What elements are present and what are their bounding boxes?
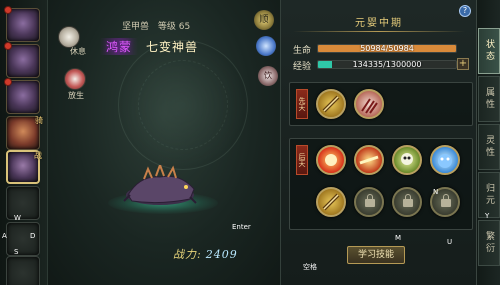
key-hint-w: W: [14, 214, 21, 222]
learn-skill-button[interactable]: 学习技能: [347, 246, 405, 264]
realm-title: 元婴中期: [355, 18, 403, 29]
skull-icon: [401, 153, 413, 165]
pet-slot-3[interactable]: [4, 78, 40, 114]
exp-label: 经验: [293, 62, 312, 72]
release-icon[interactable]: [64, 68, 86, 90]
acquired-skill-4[interactable]: [430, 145, 460, 175]
pet-name-row: 鸿蒙 七变神兽: [100, 38, 198, 55]
innate-tag: 先天: [296, 89, 308, 119]
combat-power: 战力: 2409: [173, 246, 238, 262]
key-hint-enter: Enter: [232, 223, 251, 231]
hp-bar: 50984/50984: [317, 44, 457, 53]
locked-skill-slot-1[interactable]: [354, 187, 384, 217]
staff-icon: [322, 193, 340, 211]
locked-skill-slot-2[interactable]: [392, 187, 422, 217]
emblem-ring: [138, 60, 228, 150]
pet-level: 等级 65: [157, 22, 191, 32]
rest-label: 休息: [70, 47, 86, 56]
innate-skill-2[interactable]: [354, 89, 384, 119]
pet-slot-5-selected[interactable]: 战: [6, 150, 42, 184]
rank-badge: 鸿蒙: [100, 38, 139, 55]
pet-slot-6-empty[interactable]: [6, 186, 40, 220]
side-tabs: 状态 属性 灵性 归元 繁衍 Y: [476, 0, 500, 285]
acquired-skills: 后天: [289, 138, 473, 230]
hp-value: 50984/50984: [360, 44, 414, 53]
acquired-skill-3[interactable]: [392, 145, 422, 175]
pet-species: 坚甲兽: [122, 22, 150, 32]
pet-model-beast: [123, 165, 197, 205]
release-label: 放生: [68, 91, 84, 100]
exp-value: 134335/1300000: [352, 60, 422, 69]
staff-icon: [322, 95, 340, 113]
tab-breeding[interactable]: 繁衍: [478, 220, 500, 266]
acquired-tag: 后天: [296, 145, 308, 175]
lock-icon: [441, 194, 451, 207]
power-label: 战力:: [173, 248, 202, 261]
help-icon[interactable]: ?: [459, 5, 471, 17]
divider: [293, 31, 465, 32]
pet-info-panel: 元婴中期 生命 50984/50984 经验 134335/1300000 + …: [280, 0, 476, 285]
pet-slot-4[interactable]: 骑: [6, 116, 43, 150]
key-hint-d: D: [30, 232, 36, 240]
rest-icon[interactable]: [58, 26, 80, 48]
pet-display: 坚甲兽 等级 65 休息 放生 鸿蒙 七变神兽 顺 饮 战力: 2409 Ente…: [48, 0, 280, 285]
key-hint-m: M: [395, 234, 402, 242]
lock-icon: [365, 194, 375, 207]
flame-slash-icon: [359, 155, 379, 165]
key-hint-n: N: [433, 188, 439, 196]
hp-label: 生命: [293, 46, 312, 56]
pet-window: 骑 战 W A D S 坚甲兽 等级 65 休息 放生 鸿蒙 七变神兽 顺 饮: [0, 0, 500, 285]
acquired-skill-2[interactable]: [354, 145, 384, 175]
fist-icon: [325, 154, 337, 166]
battle-tag: 战: [34, 151, 42, 160]
pet-name: 七变神兽: [146, 40, 199, 54]
pet-list: 骑 战 W A D S: [0, 0, 48, 285]
innate-skill-1[interactable]: [316, 89, 346, 119]
key-hint-a: A: [2, 232, 7, 240]
key-hint-space: 空格: [303, 263, 317, 271]
add-exp-button[interactable]: +: [457, 58, 469, 70]
acquired-skill-1[interactable]: [316, 145, 346, 175]
lock-icon: [403, 194, 413, 207]
pet-slot-1[interactable]: [4, 6, 40, 42]
key-hint-u: U: [447, 238, 453, 246]
tab-status[interactable]: 状态: [478, 28, 500, 74]
alert-dot: [4, 42, 12, 50]
power-value: 2409: [205, 248, 238, 261]
acquired-skill-5[interactable]: [316, 187, 346, 217]
follow-icon[interactable]: 顺: [254, 10, 274, 30]
pet-slot-2[interactable]: [4, 42, 40, 78]
alert-dot: [4, 78, 12, 86]
exp-bar: 134335/1300000: [317, 60, 457, 69]
tab-attributes[interactable]: 属性: [478, 76, 500, 122]
alert-dot: [4, 6, 12, 14]
pet-header: 坚甲兽 等级 65: [122, 19, 196, 32]
tab-spirit[interactable]: 灵性: [478, 124, 500, 170]
key-hint-y: Y: [485, 212, 490, 220]
claw-icon: [361, 98, 378, 114]
feed-icon[interactable]: 饮: [258, 66, 278, 86]
key-hint-s: S: [14, 248, 19, 256]
pet-slot-8-empty[interactable]: [6, 256, 40, 285]
mount-tag: 骑: [35, 116, 43, 125]
demon-face-icon: [438, 154, 452, 168]
innate-skills: 先天: [289, 82, 473, 126]
paw-icon[interactable]: [256, 36, 276, 56]
